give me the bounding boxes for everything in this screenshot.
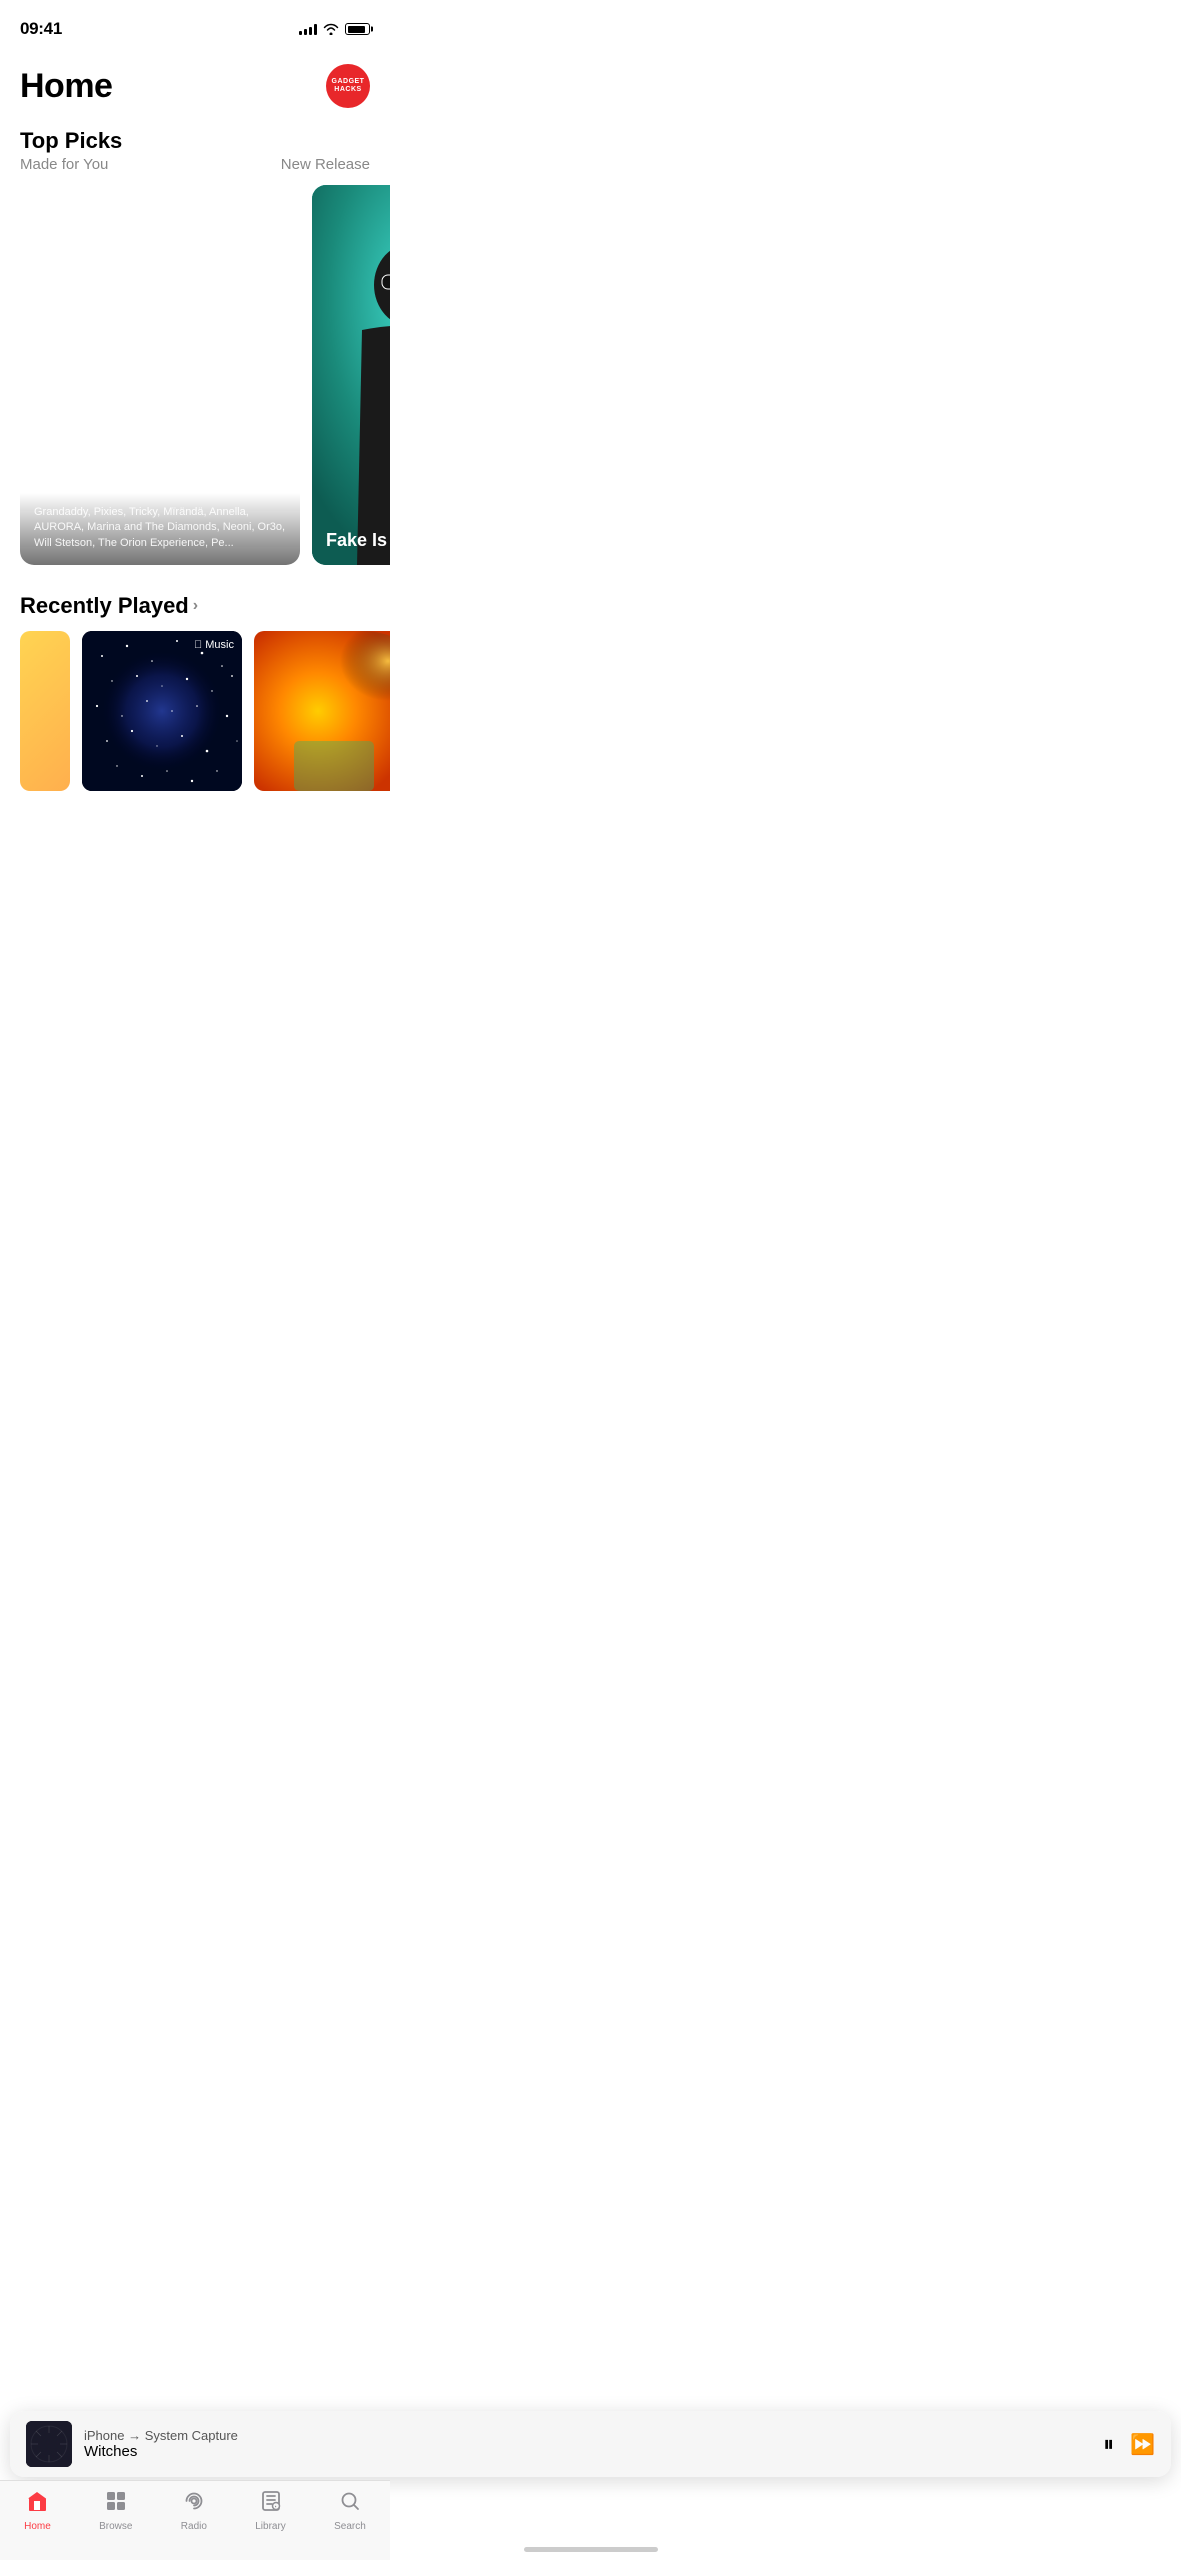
- recent-apple-music-text: Music: [205, 639, 234, 651]
- orange-card-visual: [254, 631, 390, 791]
- apple-music-label: Music: [53, 202, 92, 219]
- battery-icon: [345, 23, 370, 35]
- recent-apple-logo-icon: : [194, 639, 202, 651]
- avatar[interactable]: GADGET HACKS: [326, 64, 370, 108]
- get-up-mix-desc-text: Grandaddy, Pixies, Tricky, Mïrändä, Anne…: [34, 505, 286, 551]
- recent-card-orange[interactable]: [254, 631, 390, 791]
- signal-bars-icon: [299, 23, 317, 35]
- page-header: Home GADGET HACKS: [0, 44, 390, 118]
- top-picks-cards[interactable]:  Music Get Up!Mix Grandaddy, Pixies, Tr…: [0, 173, 390, 577]
- top-picks-title: Top Picks: [20, 128, 122, 153]
- recent-apple-music-badge:  Music: [194, 639, 234, 651]
- apple-music-logo:  Music: [36, 201, 284, 219]
- tab-bar: Home Browse Radio: [0, 2480, 390, 2560]
- radio-icon: [182, 2489, 206, 2518]
- recently-played-chevron-icon[interactable]: ›: [193, 597, 198, 615]
- top-picks-subtitle: Made for You: [20, 156, 108, 173]
- page-title: Home: [20, 67, 112, 106]
- browse-icon: [104, 2489, 128, 2518]
- get-up-mix-card[interactable]:  Music Get Up!Mix Grandaddy, Pixies, Tr…: [20, 185, 300, 565]
- recent-card-stars[interactable]:  Music: [82, 631, 242, 791]
- search-icon: [338, 2489, 362, 2518]
- new-release-title: Fake Is T...: [326, 530, 390, 550]
- avatar-hacks-text: HACKS: [334, 86, 361, 94]
- pause-button[interactable]: ⏸: [1103, 2431, 1114, 2457]
- recently-played-section[interactable]: Recently Played ›: [0, 577, 390, 619]
- tab-home[interactable]: Home: [24, 2489, 51, 2532]
- new-release-card[interactable]: Fake Is T...: [312, 185, 390, 565]
- recently-played-title: Recently Played: [20, 593, 189, 619]
- tab-browse[interactable]: Browse: [99, 2489, 132, 2532]
- tab-browse-label: Browse: [99, 2521, 132, 2532]
- home-indicator: [524, 2547, 658, 2552]
- recent-card-partial-left[interactable]: [20, 631, 70, 791]
- mini-player-artwork: [26, 2421, 72, 2467]
- top-picks-tag: New Release: [281, 156, 370, 173]
- wifi-icon: [323, 23, 339, 35]
- tab-library-label: Library: [255, 2521, 286, 2532]
- new-release-person-photo: [312, 185, 390, 565]
- get-up-mix-description: Grandaddy, Pixies, Tricky, Mïrändä, Anne…: [20, 493, 300, 565]
- tab-home-label: Home: [24, 2521, 51, 2532]
- mini-player-art-visual: [26, 2421, 72, 2467]
- mini-player[interactable]: iPhone → System Capture Witches ⏸ ⏩: [10, 2411, 1171, 2477]
- status-time: 09:41: [20, 19, 62, 39]
- mini-player-route: iPhone → System Capture: [84, 2428, 1091, 2443]
- status-icons: [299, 23, 370, 35]
- mini-player-song: Witches: [84, 2443, 1091, 2460]
- stars-visual: [82, 631, 242, 791]
- top-picks-subtitle-row: Made for You New Release: [0, 156, 390, 173]
- apple-logo-icon: : [36, 201, 48, 219]
- tab-search[interactable]: Search: [334, 2489, 366, 2532]
- home-icon: [25, 2489, 49, 2518]
- top-picks-header: Top Picks: [0, 118, 390, 154]
- tab-search-label: Search: [334, 2521, 366, 2532]
- fast-forward-button[interactable]: ⏩: [1130, 2432, 1155, 2457]
- mini-player-info: iPhone → System Capture Witches: [84, 2428, 1091, 2460]
- mini-player-controls[interactable]: ⏸ ⏩: [1103, 2431, 1155, 2457]
- status-bar: 09:41: [0, 0, 390, 44]
- avatar-gadget-text: GADGET: [332, 78, 365, 86]
- tab-library[interactable]: Library: [255, 2489, 286, 2532]
- tab-radio-label: Radio: [181, 2521, 207, 2532]
- recently-played-cards[interactable]:  Music: [0, 619, 390, 791]
- new-release-text: Fake Is T...: [326, 530, 390, 551]
- library-icon: [259, 2489, 283, 2518]
- tab-radio[interactable]: Radio: [181, 2489, 207, 2532]
